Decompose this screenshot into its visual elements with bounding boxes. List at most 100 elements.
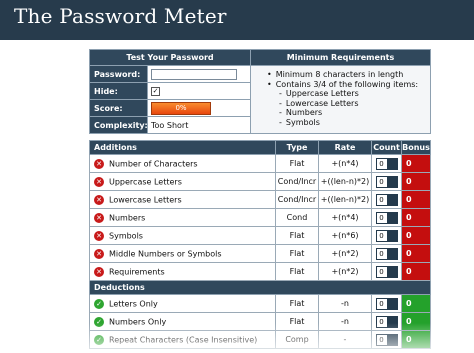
additions-row: ✕ Uppercase Letters Cond/Incr +((len-n)*2) 0…: [89, 172, 431, 191]
fail-x-icon: ✕: [94, 248, 104, 259]
criterion-rate: +(n*4): [318, 154, 372, 173]
criterion-type: Flat: [275, 262, 319, 281]
criterion-type: Flat: [275, 294, 319, 313]
count-value: 0: [376, 212, 387, 223]
bonus-value: 0: [401, 172, 431, 191]
additions-row: ✕ Number of Characters Flat +(n*4) 0 0: [89, 154, 431, 173]
fail-x-icon: ✕: [94, 194, 104, 205]
requirement-subitem: Symbols: [279, 118, 424, 128]
criterion-rate: -: [318, 330, 372, 349]
criterion-type: Flat: [275, 312, 319, 331]
count-value: 0: [376, 230, 387, 241]
requirement-subitem: Lowercase Letters: [279, 99, 424, 109]
requirements-box: Minimum 8 characters in lengthContains 3…: [250, 65, 431, 134]
page-title: The Password Meter: [14, 4, 227, 28]
criterion-rate: +(n*4): [318, 208, 372, 227]
criterion-type: Cond/Incr: [275, 172, 319, 191]
bonus-value: 0: [401, 226, 431, 245]
requirement-item: Contains 3/4 of the following items:: [267, 80, 424, 90]
criterion-name: Middle Numbers or Symbols: [109, 249, 222, 258]
type-header: Type: [275, 140, 319, 155]
fail-x-icon: ✕: [94, 158, 104, 169]
count-value: 0: [376, 158, 387, 169]
criterion-name: Symbols: [109, 231, 143, 240]
criterion-name: Number of Characters: [109, 159, 198, 168]
test-password-table: Test Your Password Minimum Requirements …: [89, 49, 431, 134]
pass-check-icon: ✓: [94, 334, 104, 345]
fail-x-icon: ✕: [94, 176, 104, 187]
complexity-label: Complexity:: [89, 116, 148, 134]
password-label: Password:: [89, 65, 148, 83]
count-field: 0: [375, 157, 398, 170]
criterion-type: Comp: [275, 330, 319, 349]
additions-row: ✕ Symbols Flat +(n*6) 0 0: [89, 226, 431, 245]
requirements-heading: Minimum Requirements: [250, 49, 431, 66]
fail-x-icon: ✕: [94, 266, 104, 277]
criterion-name: Letters Only: [109, 299, 158, 308]
requirement-subitem: Uppercase Letters: [279, 89, 424, 99]
password-meter-panel: Test Your Password Minimum Requirements …: [89, 49, 431, 349]
requirement-subitem: Numbers: [279, 108, 424, 118]
deductions-header: Deductions: [89, 280, 431, 295]
count-value: 0: [376, 248, 387, 259]
score-value: 0%: [175, 103, 187, 112]
scoring-table: Additions Type Rate Count Bonus ✕ Number …: [89, 140, 431, 349]
criterion-name: Requirements: [109, 267, 165, 276]
count-header: Count: [371, 140, 402, 155]
count-value: 0: [376, 194, 387, 205]
count-field: 0: [375, 315, 398, 328]
additions-row: ✕ Lowercase Letters Cond/Incr +((len-n)*2) 0…: [89, 190, 431, 209]
count-field: 0: [375, 297, 398, 310]
deductions-row: ✓ Repeat Characters (Case Insensitive) Com…: [89, 330, 431, 349]
criterion-type: Flat: [275, 226, 319, 245]
criterion-rate: +((len-n)*2): [318, 172, 372, 191]
pass-check-icon: ✓: [94, 298, 104, 309]
criterion-name: Uppercase Letters: [109, 177, 182, 186]
deductions-row: ✓ Letters Only Flat -n 0 0: [89, 294, 431, 313]
count-field: 0: [375, 333, 398, 346]
criterion-type: Cond/Incr: [275, 190, 319, 209]
rate-header: Rate: [318, 140, 372, 155]
criterion-name: Lowercase Letters: [109, 195, 182, 204]
hide-label: Hide:: [89, 82, 148, 100]
additions-row: ✕ Middle Numbers or Symbols Flat +(n*2) 0 0: [89, 244, 431, 263]
count-field: 0: [375, 265, 398, 278]
deductions-rows: ✓ Letters Only Flat -n 0 0 ✓ Numbers Only Flat -n…: [89, 294, 431, 349]
criterion-rate: -n: [318, 294, 372, 313]
password-input[interactable]: [151, 68, 237, 80]
fail-x-icon: ✕: [94, 230, 104, 241]
count-field: 0: [375, 193, 398, 206]
additions-rows: ✕ Number of Characters Flat +(n*4) 0 0 ✕ Upperc…: [89, 154, 431, 281]
criterion-name: Repeat Characters (Case Insensitive): [109, 335, 258, 344]
score-bar: 0%: [151, 101, 211, 115]
deductions-row: ✓ Numbers Only Flat -n 0 0: [89, 312, 431, 331]
criterion-name: Numbers: [109, 213, 146, 222]
criterion-rate: +((len-n)*2): [318, 190, 372, 209]
additions-row: ✕ Numbers Cond +(n*4) 0 0: [89, 208, 431, 227]
bonus-value: 0: [401, 190, 431, 209]
hide-checkbox[interactable]: ✓: [151, 86, 160, 96]
fail-x-icon: ✕: [94, 212, 104, 223]
count-field: 0: [375, 247, 398, 260]
bonus-value: 0: [401, 244, 431, 263]
count-field: 0: [375, 175, 398, 188]
requirement-sublist: Uppercase LettersLowercase LettersNumber…: [267, 89, 424, 127]
additions-header: Additions: [89, 140, 276, 155]
count-value: 0: [376, 298, 387, 309]
count-value: 0: [376, 316, 387, 327]
pass-check-icon: ✓: [94, 316, 104, 327]
bonus-value: 0: [401, 294, 431, 313]
count-value: 0: [376, 334, 387, 345]
count-value: 0: [376, 266, 387, 277]
bonus-value: 0: [401, 312, 431, 331]
criterion-type: Flat: [275, 154, 319, 173]
requirement-item: Minimum 8 characters in length: [267, 70, 424, 80]
criterion-name: Numbers Only: [109, 317, 167, 326]
criterion-rate: -n: [318, 312, 372, 331]
bonus-header: Bonus: [401, 140, 431, 155]
requirements-list: Minimum 8 characters in lengthContains 3…: [261, 70, 424, 127]
count-value: 0: [376, 176, 387, 187]
complexity-value: Too Short: [147, 116, 251, 134]
criterion-rate: +(n*2): [318, 244, 372, 263]
bonus-value: 0: [401, 208, 431, 227]
